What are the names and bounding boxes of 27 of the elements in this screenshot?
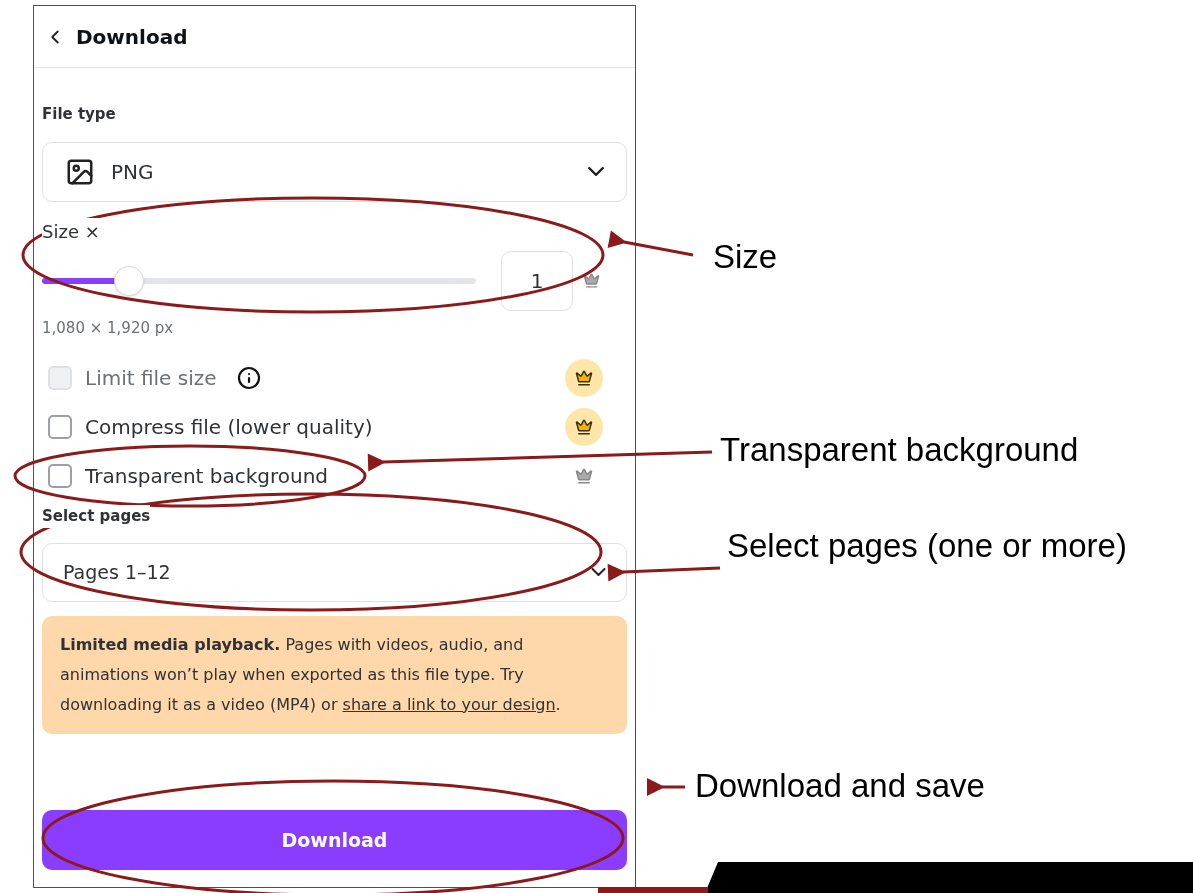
- section-label: File type: [42, 104, 117, 125]
- option-label: Limit file size: [85, 364, 217, 392]
- size-input[interactable]: 1: [501, 250, 573, 311]
- chevron-down-icon: [588, 167, 604, 176]
- download-button[interactable]: Download: [42, 810, 627, 870]
- crown-icon: [565, 407, 603, 446]
- annotation-label: Size: [713, 237, 778, 277]
- crown-icon: [575, 466, 593, 485]
- file-type-dropdown[interactable]: PNG: [42, 141, 627, 202]
- annotation-label: Download and save: [695, 766, 985, 806]
- annotation-label: Select pages (one or more): [727, 526, 1127, 566]
- chevron-down-icon: [591, 568, 606, 576]
- option-label: Transparent background: [85, 462, 329, 490]
- pages-dropdown[interactable]: Pages 1–12: [42, 542, 627, 602]
- checkbox[interactable]: [48, 463, 72, 488]
- option-label: Compress file (lower quality): [85, 413, 373, 441]
- crown-icon: [565, 358, 603, 397]
- size-slider[interactable]: [42, 265, 476, 296]
- notice-text: Limited media playback. Pages with videos, audio, and animations won’t play when exported as this file type. Try downloading it as a video (MP4) or share a link to your design.: [60, 633, 562, 716]
- section-label: Select pages: [42, 505, 151, 528]
- crown-icon: [583, 272, 600, 289]
- dimensions-text: 1,080 × 1,920 px: [42, 317, 175, 339]
- share-link[interactable]: share a link to your design: [342, 694, 556, 714]
- annotation-label: Transparent background: [720, 430, 1079, 470]
- checkbox[interactable]: [48, 414, 72, 439]
- panel-title: Download: [76, 23, 188, 51]
- annotation-arrow: [647, 778, 685, 796]
